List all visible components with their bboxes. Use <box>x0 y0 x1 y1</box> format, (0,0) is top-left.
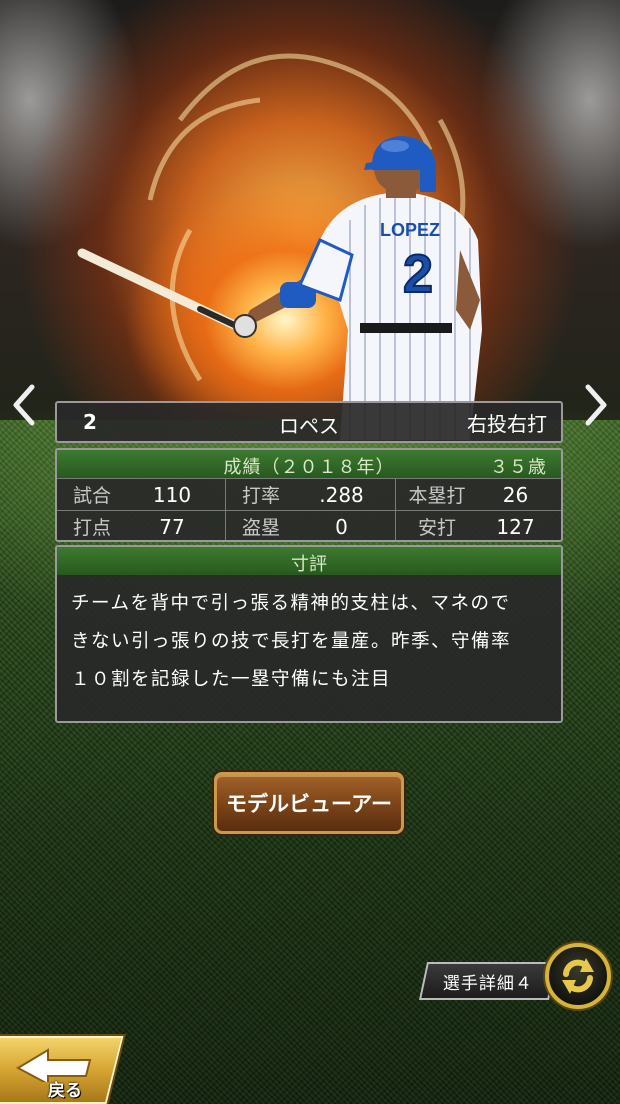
stat-value: 110 <box>152 482 192 507</box>
stat-value: 127 <box>496 514 535 539</box>
stats-header: 成績（２０１８年） ３５歳 <box>57 450 561 478</box>
jersey-name: LOPEZ <box>380 220 440 240</box>
stat-value: 0 <box>335 514 348 539</box>
jersey-number: 2 <box>403 244 433 304</box>
stat-steals: 盗塁 0 <box>225 511 395 540</box>
stats-title: 成績（２０１８年） <box>223 457 395 478</box>
review-line: １０割を記録した一塁守備にも注目 <box>71 669 392 690</box>
stat-label: 本塁打 <box>408 485 466 507</box>
stat-rbi: 打点 77 <box>57 511 225 540</box>
stat-average: 打率 .288 <box>225 479 395 510</box>
next-player-button[interactable] <box>580 382 614 428</box>
player-detail-label: 選手詳細４ <box>443 973 533 994</box>
model-viewer-button[interactable]: モデルビューアー <box>214 772 404 834</box>
player-detail-button[interactable]: 選手詳細４ <box>418 962 558 1000</box>
stats-panel: 成績（２０１８年） ３５歳 試合 110 打率 .288 本塁打 26 打点 7… <box>55 448 563 542</box>
review-line: きない引っ張りの技で長打を量産。昨季、守備率 <box>71 631 512 652</box>
stat-hits: 安打 127 <box>395 511 561 540</box>
stat-label: 打率 <box>241 485 280 507</box>
stat-label: 試合 <box>72 485 111 507</box>
stat-value: 26 <box>502 482 529 507</box>
player-image: LOPEZ 2 <box>77 53 482 440</box>
swap-arrows-icon <box>562 958 594 994</box>
back-label: 戻る <box>48 1081 82 1101</box>
stat-games: 試合 110 <box>57 479 225 510</box>
chevron-right-icon <box>585 384 607 426</box>
review-header: 寸評 <box>57 547 561 575</box>
stats-row: 打点 77 盗塁 0 安打 127 <box>57 510 561 540</box>
review-line: チームを背中で引っ張る精神的支柱は、マネので <box>71 593 511 614</box>
throws-bats: 右投右打 <box>467 411 547 436</box>
player-age: ３５歳 <box>490 457 547 478</box>
review-panel: 寸評 チームを背中で引っ張る精神的支柱は、マネので きない引っ張りの技で長打を量… <box>55 545 563 723</box>
stat-label: 盗塁 <box>241 517 280 539</box>
stat-value: 77 <box>159 514 185 539</box>
stat-home-runs: 本塁打 26 <box>395 479 561 510</box>
stat-value: .288 <box>319 482 364 507</box>
prev-player-button[interactable] <box>6 382 40 428</box>
chevron-left-icon <box>13 384 35 426</box>
stats-row: 試合 110 打率 .288 本塁打 26 <box>57 478 561 510</box>
review-text: チームを背中で引っ張る精神的支柱は、マネので きない引っ張りの技で長打を量産。昨… <box>57 575 561 699</box>
player-name-bar: 2 ロペス 右投右打 <box>55 401 563 443</box>
stat-label: 安打 <box>417 517 456 539</box>
stat-label: 打点 <box>72 517 111 539</box>
swap-button[interactable] <box>545 943 611 1009</box>
